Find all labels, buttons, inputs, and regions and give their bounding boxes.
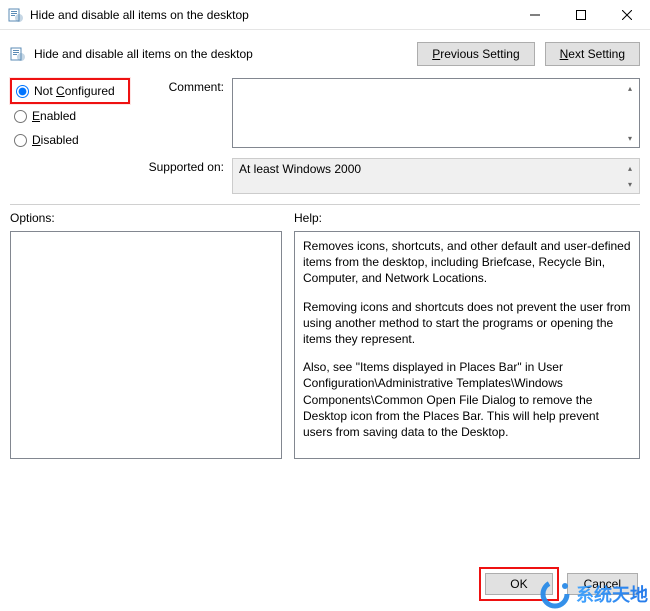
options-label: Options:: [10, 211, 282, 225]
window-title: Hide and disable all items on the deskto…: [30, 8, 249, 22]
comment-textarea[interactable]: ▴ ▾: [232, 78, 640, 148]
help-paragraph: Also, see "Items displayed in Places Bar…: [303, 359, 631, 440]
divider: [10, 204, 640, 205]
policy-icon: [8, 7, 24, 23]
previous-setting-button[interactable]: Previous Setting: [417, 42, 534, 66]
supported-scrollbar: ▴ ▾: [622, 160, 638, 192]
ok-button[interactable]: OK: [485, 573, 552, 595]
scroll-up-icon[interactable]: ▴: [622, 80, 638, 96]
radio-enabled[interactable]: Enabled: [10, 104, 130, 128]
scroll-down-icon: ▾: [622, 176, 638, 192]
radio-not-configured-label: Not Configured: [34, 84, 115, 98]
header: Hide and disable all items on the deskto…: [0, 30, 650, 72]
cancel-button[interactable]: Cancel: [567, 573, 638, 595]
comment-scrollbar[interactable]: ▴ ▾: [622, 80, 638, 146]
options-panel: [10, 231, 282, 459]
scroll-up-icon: ▴: [622, 160, 638, 176]
help-panel: Removes icons, shortcuts, and other defa…: [294, 231, 640, 459]
policy-title: Hide and disable all items on the deskto…: [34, 47, 417, 61]
supported-on-box: At least Windows 2000 ▴ ▾: [232, 158, 640, 194]
footer: OK Cancel: [0, 567, 650, 601]
radio-not-configured[interactable]: Not Configured: [10, 78, 130, 104]
radio-not-configured-input[interactable]: [16, 85, 29, 98]
radio-enabled-label: Enabled: [32, 109, 76, 123]
comment-label: Comment:: [140, 78, 232, 94]
options-column: Options:: [10, 211, 282, 459]
radio-enabled-input[interactable]: [14, 110, 27, 123]
help-column: Help: Removes icons, shortcuts, and othe…: [294, 211, 640, 459]
radio-disabled[interactable]: Disabled: [10, 128, 130, 152]
state-radios: Not Configured Enabled Disabled: [10, 78, 130, 152]
radio-disabled-input[interactable]: [14, 134, 27, 147]
supported-on-label: Supported on:: [140, 158, 232, 174]
titlebar: Hide and disable all items on the deskto…: [0, 0, 650, 30]
help-label: Help:: [294, 211, 640, 225]
minimize-button[interactable]: [512, 0, 558, 30]
help-paragraph: Removing icons and shortcuts does not pr…: [303, 299, 631, 348]
maximize-button[interactable]: [558, 0, 604, 30]
radio-disabled-label: Disabled: [32, 133, 79, 147]
content-columns: Options: Help: Removes icons, shortcuts,…: [0, 211, 650, 459]
help-paragraph: Removes icons, shortcuts, and other defa…: [303, 238, 631, 287]
close-button[interactable]: [604, 0, 650, 30]
supported-on-value: At least Windows 2000: [239, 162, 361, 176]
settings-area: Not Configured Enabled Disabled Comment:…: [0, 72, 650, 194]
scroll-down-icon[interactable]: ▾: [622, 130, 638, 146]
ok-highlight: OK: [479, 567, 558, 601]
policy-icon: [10, 46, 26, 62]
next-setting-button[interactable]: Next Setting: [545, 42, 640, 66]
